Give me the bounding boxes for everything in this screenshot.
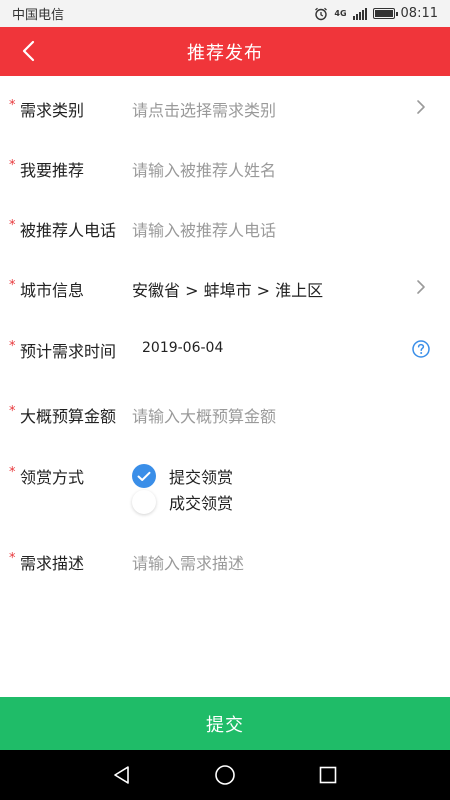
submit-button[interactable]: 提交 xyxy=(0,697,450,750)
required-mark: * xyxy=(9,278,16,293)
square-recents-icon xyxy=(320,766,337,784)
reward-label: 领赏方式 xyxy=(20,468,85,487)
recommend-name-input[interactable]: 请输入被推荐人姓名 xyxy=(132,157,276,181)
category-select[interactable]: 请点击选择需求类别 xyxy=(132,97,276,121)
chevron-right-icon xyxy=(417,280,425,294)
required-mark: * xyxy=(9,98,16,113)
category-label: 需求类别 xyxy=(20,101,85,120)
signal-icon xyxy=(352,7,367,20)
city-row[interactable]: * 城市信息 安徽省 > 蚌埠市 > 淮上区 xyxy=(0,277,450,337)
required-mark: * xyxy=(9,551,16,566)
required-mark: * xyxy=(9,218,16,233)
header-bar: 推荐发布 xyxy=(0,27,450,76)
nav-recents-button[interactable] xyxy=(313,760,343,790)
nav-back-button[interactable] xyxy=(107,760,137,790)
radio-checked-icon xyxy=(132,464,156,488)
phone-row: * 被推荐人电话 请输入被推荐人电话 xyxy=(0,217,450,277)
phone-label: 被推荐人电话 xyxy=(20,221,117,240)
help-icon[interactable] xyxy=(411,339,431,359)
expected-time-label: 预计需求时间 xyxy=(20,342,117,361)
nav-home-button[interactable] xyxy=(210,760,240,790)
description-label: 需求描述 xyxy=(20,554,85,573)
back-button[interactable] xyxy=(10,33,46,69)
category-row[interactable]: * 需求类别 请点击选择需求类别 xyxy=(0,97,450,157)
reward-option-submit[interactable]: 提交领赏 xyxy=(132,464,233,488)
circle-home-icon xyxy=(215,765,235,785)
chevron-left-icon xyxy=(22,40,35,62)
status-bar: 中国电信 4G 08:11 xyxy=(0,0,450,27)
required-mark: * xyxy=(9,404,16,419)
required-mark: * xyxy=(9,339,16,354)
reward-row: * 领赏方式 提交领赏 成交领赏 xyxy=(0,464,450,524)
status-icons: 4G 08:11 xyxy=(314,6,438,21)
alarm-icon xyxy=(315,7,328,20)
radio-unchecked-icon xyxy=(132,490,156,514)
description-input[interactable]: 请输入需求描述 xyxy=(132,550,244,574)
budget-input[interactable]: 请输入大概预算金额 xyxy=(132,403,276,427)
city-label: 城市信息 xyxy=(20,281,85,300)
system-nav-bar xyxy=(0,750,450,800)
carrier-name: 中国电信 xyxy=(12,8,65,23)
network-type: 4G xyxy=(334,9,347,18)
required-mark: * xyxy=(9,158,16,173)
phone-input[interactable]: 请输入被推荐人电话 xyxy=(132,217,276,241)
required-mark: * xyxy=(9,465,16,480)
battery-icon xyxy=(372,8,398,19)
budget-label: 大概预算金额 xyxy=(20,407,117,426)
recommend-label: 我要推荐 xyxy=(20,161,85,180)
reward-option-deal[interactable]: 成交领赏 xyxy=(132,490,233,514)
description-row: * 需求描述 请输入需求描述 xyxy=(0,550,450,610)
reward-option-label: 成交领赏 xyxy=(169,494,234,513)
date-picker[interactable]: 2019-06-04 xyxy=(142,340,223,356)
triangle-back-icon xyxy=(113,766,129,784)
recommend-row: * 我要推荐 请输入被推荐人姓名 xyxy=(0,157,450,217)
expected-time-row: * 预计需求时间 2019-06-04 xyxy=(0,338,450,398)
reward-option-label: 提交领赏 xyxy=(169,468,234,487)
city-select[interactable]: 安徽省 > 蚌埠市 > 淮上区 xyxy=(132,277,323,301)
page-title: 推荐发布 xyxy=(187,42,263,64)
chevron-right-icon xyxy=(417,100,425,114)
budget-row: * 大概预算金额 请输入大概预算金额 xyxy=(0,403,450,463)
clock-time: 08:11 xyxy=(400,6,438,21)
